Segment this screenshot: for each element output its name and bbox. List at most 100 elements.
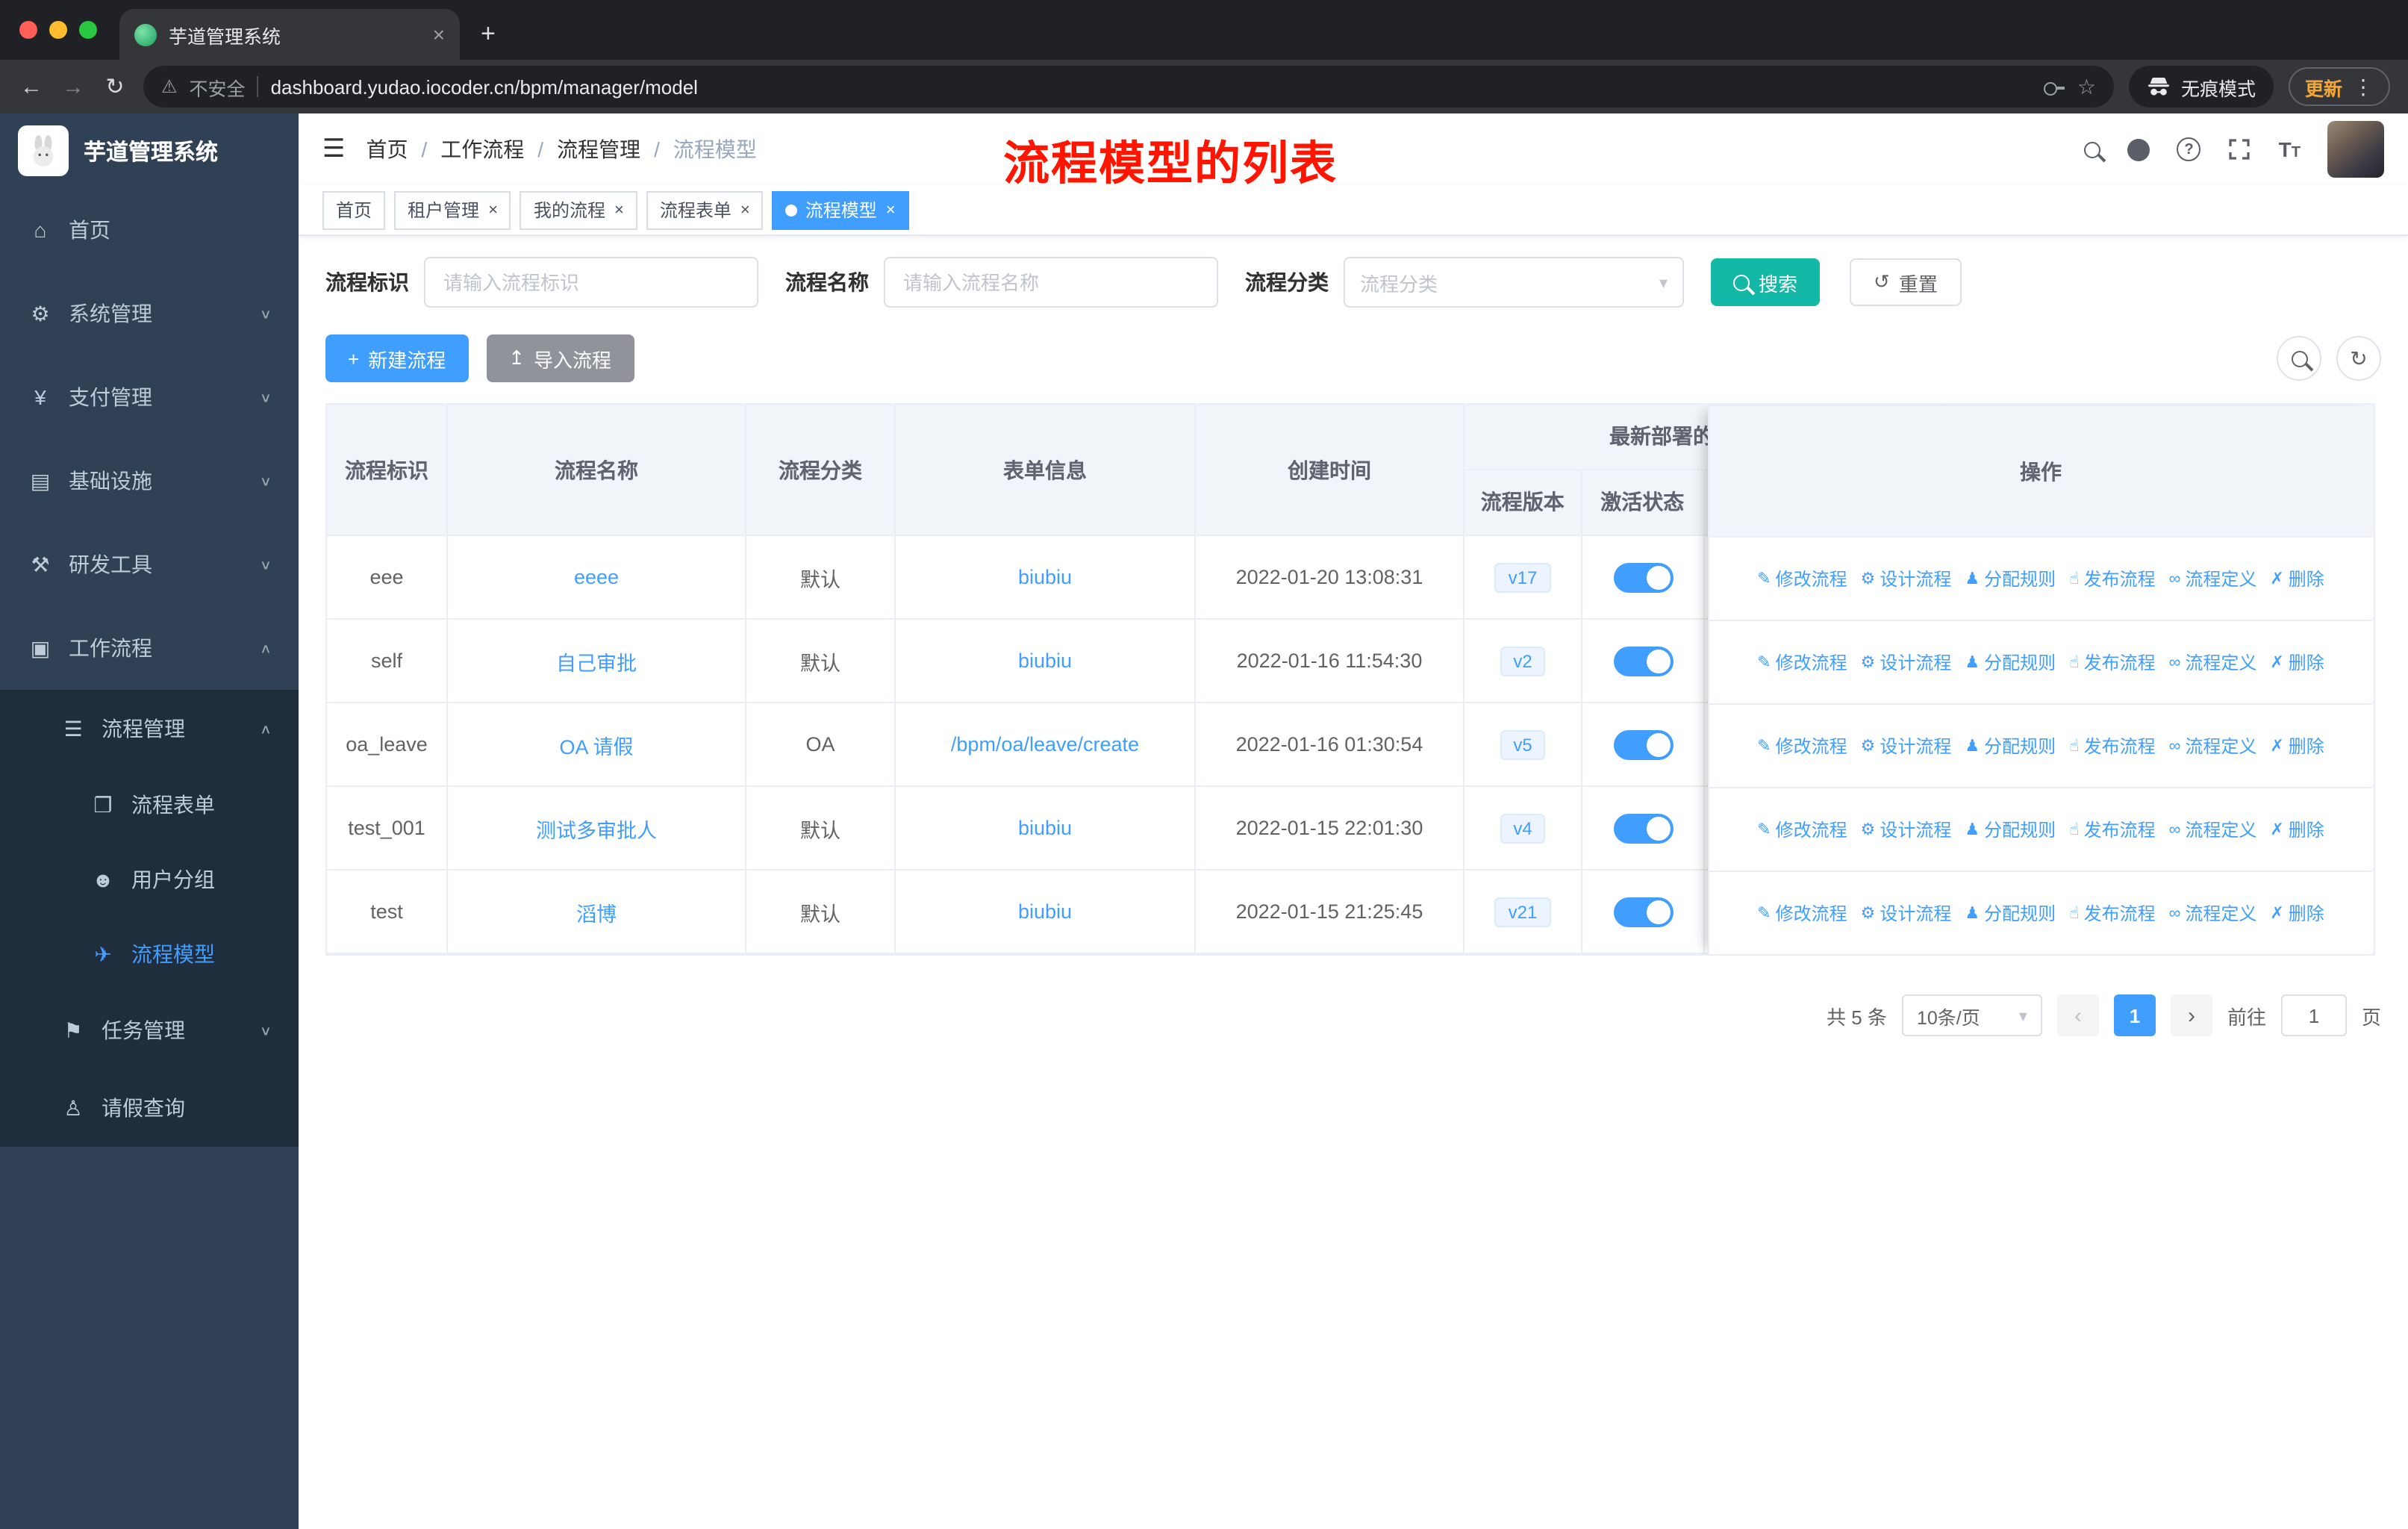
breadcrumb-item[interactable]: 工作流程 (440, 134, 524, 164)
action-delete-link[interactable]: ✗ 删除 (2270, 733, 2324, 759)
category-select[interactable]: 流程分类 ▾ (1344, 257, 1684, 308)
tag-close-icon[interactable]: × (488, 201, 498, 219)
reload-icon[interactable]: ↻ (102, 73, 128, 100)
window-zoom-button[interactable] (79, 21, 97, 39)
action-definition-link[interactable]: ∞ 流程定义 (2169, 900, 2257, 926)
window-close-button[interactable] (19, 21, 37, 39)
sidebar-item-1-3[interactable]: ▤ 基础设施 ∨ (0, 439, 299, 523)
process-name-link[interactable]: OA 请假 (559, 729, 633, 759)
active-toggle[interactable] (1613, 729, 1673, 759)
action-edit-link[interactable]: ✎ 修改流程 (1757, 733, 1847, 759)
user-avatar[interactable] (2327, 121, 2384, 178)
forward-icon[interactable]: → (60, 74, 87, 99)
action-delete-link[interactable]: ✗ 删除 (2270, 900, 2324, 926)
sidebar-item-1-1[interactable]: ⚙ 系统管理 ∨ (0, 272, 299, 355)
form-info-link[interactable]: biubiu (1018, 900, 1072, 923)
action-design-link[interactable]: ⚙ 设计流程 (1861, 650, 1952, 675)
update-label[interactable]: 更新 (2305, 72, 2342, 101)
create-process-button[interactable]: + 新建流程 (325, 334, 469, 382)
action-assign-rule-link[interactable]: ♟ 分配规则 (1965, 900, 2056, 926)
address-bar[interactable]: ⚠ 不安全 dashboard.yudao.iocoder.cn/bpm/man… (143, 66, 2114, 108)
tab-tag-item[interactable]: 流程表单 × (646, 190, 764, 229)
action-definition-link[interactable]: ∞ 流程定义 (2169, 817, 2257, 842)
sidebar-item-2-0[interactable]: ☰ 流程管理 ∧ (0, 690, 299, 767)
action-definition-link[interactable]: ∞ 流程定义 (2169, 650, 2257, 675)
breadcrumb-item[interactable]: 首页 (366, 134, 408, 164)
sidebar-item-1-5[interactable]: ▣ 工作流程 ∧ (0, 606, 299, 690)
reset-button[interactable]: ↺ 重置 (1850, 258, 1962, 306)
toggle-search-button[interactable] (2277, 336, 2321, 381)
help-icon[interactable]: ? (2177, 137, 2201, 161)
tag-close-icon[interactable]: × (886, 201, 896, 219)
fullscreen-icon[interactable] (2228, 137, 2252, 161)
tag-close-icon[interactable]: × (614, 201, 624, 219)
action-delete-link[interactable]: ✗ 删除 (2270, 566, 2324, 591)
action-definition-link[interactable]: ∞ 流程定义 (2169, 733, 2257, 759)
page-size-select[interactable]: 10条/页 ▾ (1901, 994, 2042, 1036)
process-key-input[interactable] (424, 257, 758, 308)
goto-page-input[interactable] (2280, 994, 2347, 1036)
action-assign-rule-link[interactable]: ♟ 分配规则 (1965, 733, 2056, 759)
breadcrumb-item[interactable]: 流程管理 (557, 134, 640, 164)
process-name-link[interactable]: 测试多审批人 (536, 813, 657, 843)
tab-close-icon[interactable]: × (433, 22, 445, 46)
sidebar-item-1-0[interactable]: ⌂ 首页 (0, 188, 299, 272)
active-toggle[interactable] (1613, 562, 1673, 592)
prev-page-button[interactable]: ‹ (2056, 994, 2099, 1036)
form-info-link[interactable]: biubiu (1018, 566, 1072, 588)
action-publish-link[interactable]: ☝ 发布流程 (2069, 900, 2155, 926)
sidebar-item-2-2[interactable]: ♙ 请假查询 (0, 1069, 299, 1147)
action-delete-link[interactable]: ✗ 删除 (2270, 650, 2324, 675)
action-publish-link[interactable]: ☝ 发布流程 (2069, 733, 2155, 759)
active-toggle[interactable] (1613, 646, 1673, 676)
action-assign-rule-link[interactable]: ♟ 分配规则 (1965, 817, 2056, 842)
action-edit-link[interactable]: ✎ 修改流程 (1757, 817, 1847, 842)
security-label[interactable]: 不安全 (190, 72, 246, 101)
form-info-link[interactable]: biubiu (1018, 817, 1072, 839)
back-icon[interactable]: ← (18, 74, 45, 99)
active-toggle[interactable] (1613, 813, 1673, 843)
tag-close-icon[interactable]: × (740, 201, 750, 219)
action-edit-link[interactable]: ✎ 修改流程 (1757, 900, 1847, 926)
form-info-link[interactable]: biubiu (1018, 650, 1072, 672)
action-publish-link[interactable]: ☝ 发布流程 (2069, 817, 2155, 842)
sidebar-item-1-2[interactable]: ¥ 支付管理 ∨ (0, 355, 299, 439)
bookmark-star-icon[interactable]: ☆ (2077, 74, 2096, 99)
tab-tag-active[interactable]: 流程模型 × (772, 190, 909, 229)
action-design-link[interactable]: ⚙ 设计流程 (1861, 566, 1952, 591)
tab-tag-item[interactable]: 首页 (322, 190, 386, 229)
search-icon[interactable] (2084, 141, 2101, 158)
action-assign-rule-link[interactable]: ♟ 分配规则 (1965, 650, 2056, 675)
current-page-button[interactable]: 1 (2113, 994, 2156, 1036)
refresh-button[interactable]: ↻ (2336, 336, 2381, 381)
action-edit-link[interactable]: ✎ 修改流程 (1757, 566, 1847, 591)
process-name-link[interactable]: eeee (574, 566, 619, 588)
process-name-input[interactable] (884, 257, 1218, 308)
new-tab-button[interactable]: + (481, 19, 496, 49)
action-design-link[interactable]: ⚙ 设计流程 (1861, 900, 1952, 926)
process-name-link[interactable]: 自己审批 (556, 646, 637, 676)
tab-tag-item[interactable]: 租户管理 × (394, 190, 511, 229)
sidebar-item-1-4[interactable]: ⚒ 研发工具 ∨ (0, 523, 299, 606)
password-key-icon[interactable] (2044, 76, 2065, 97)
next-page-button[interactable]: › (2170, 994, 2212, 1036)
sidebar-item-2-1[interactable]: ⚑ 任务管理 ∨ (0, 991, 299, 1069)
browser-tab[interactable]: 芋道管理系统 × (119, 9, 460, 60)
action-design-link[interactable]: ⚙ 设计流程 (1861, 817, 1952, 842)
font-size-icon[interactable]: TT (2279, 137, 2301, 161)
import-process-button[interactable]: ↥ 导入流程 (486, 334, 634, 382)
window-minimize-button[interactable] (49, 21, 67, 39)
url-text[interactable]: dashboard.yudao.iocoder.cn/bpm/manager/m… (271, 75, 2033, 98)
process-name-link[interactable]: 滔博 (576, 897, 617, 927)
action-publish-link[interactable]: ☝ 发布流程 (2069, 566, 2155, 591)
tab-tag-item[interactable]: 我的流程 × (520, 190, 637, 229)
action-definition-link[interactable]: ∞ 流程定义 (2169, 566, 2257, 591)
active-toggle[interactable] (1613, 897, 1673, 927)
action-delete-link[interactable]: ✗ 删除 (2270, 817, 2324, 842)
form-info-link[interactable]: /bpm/oa/leave/create (951, 733, 1139, 756)
github-icon[interactable] (2127, 138, 2150, 161)
sidebar-item-3-0[interactable]: ❐ 流程表单 (0, 767, 299, 842)
sidebar-item-3-2[interactable]: ✈ 流程模型 (0, 917, 299, 991)
search-button[interactable]: 搜索 (1711, 258, 1821, 306)
action-assign-rule-link[interactable]: ♟ 分配规则 (1965, 566, 2056, 591)
